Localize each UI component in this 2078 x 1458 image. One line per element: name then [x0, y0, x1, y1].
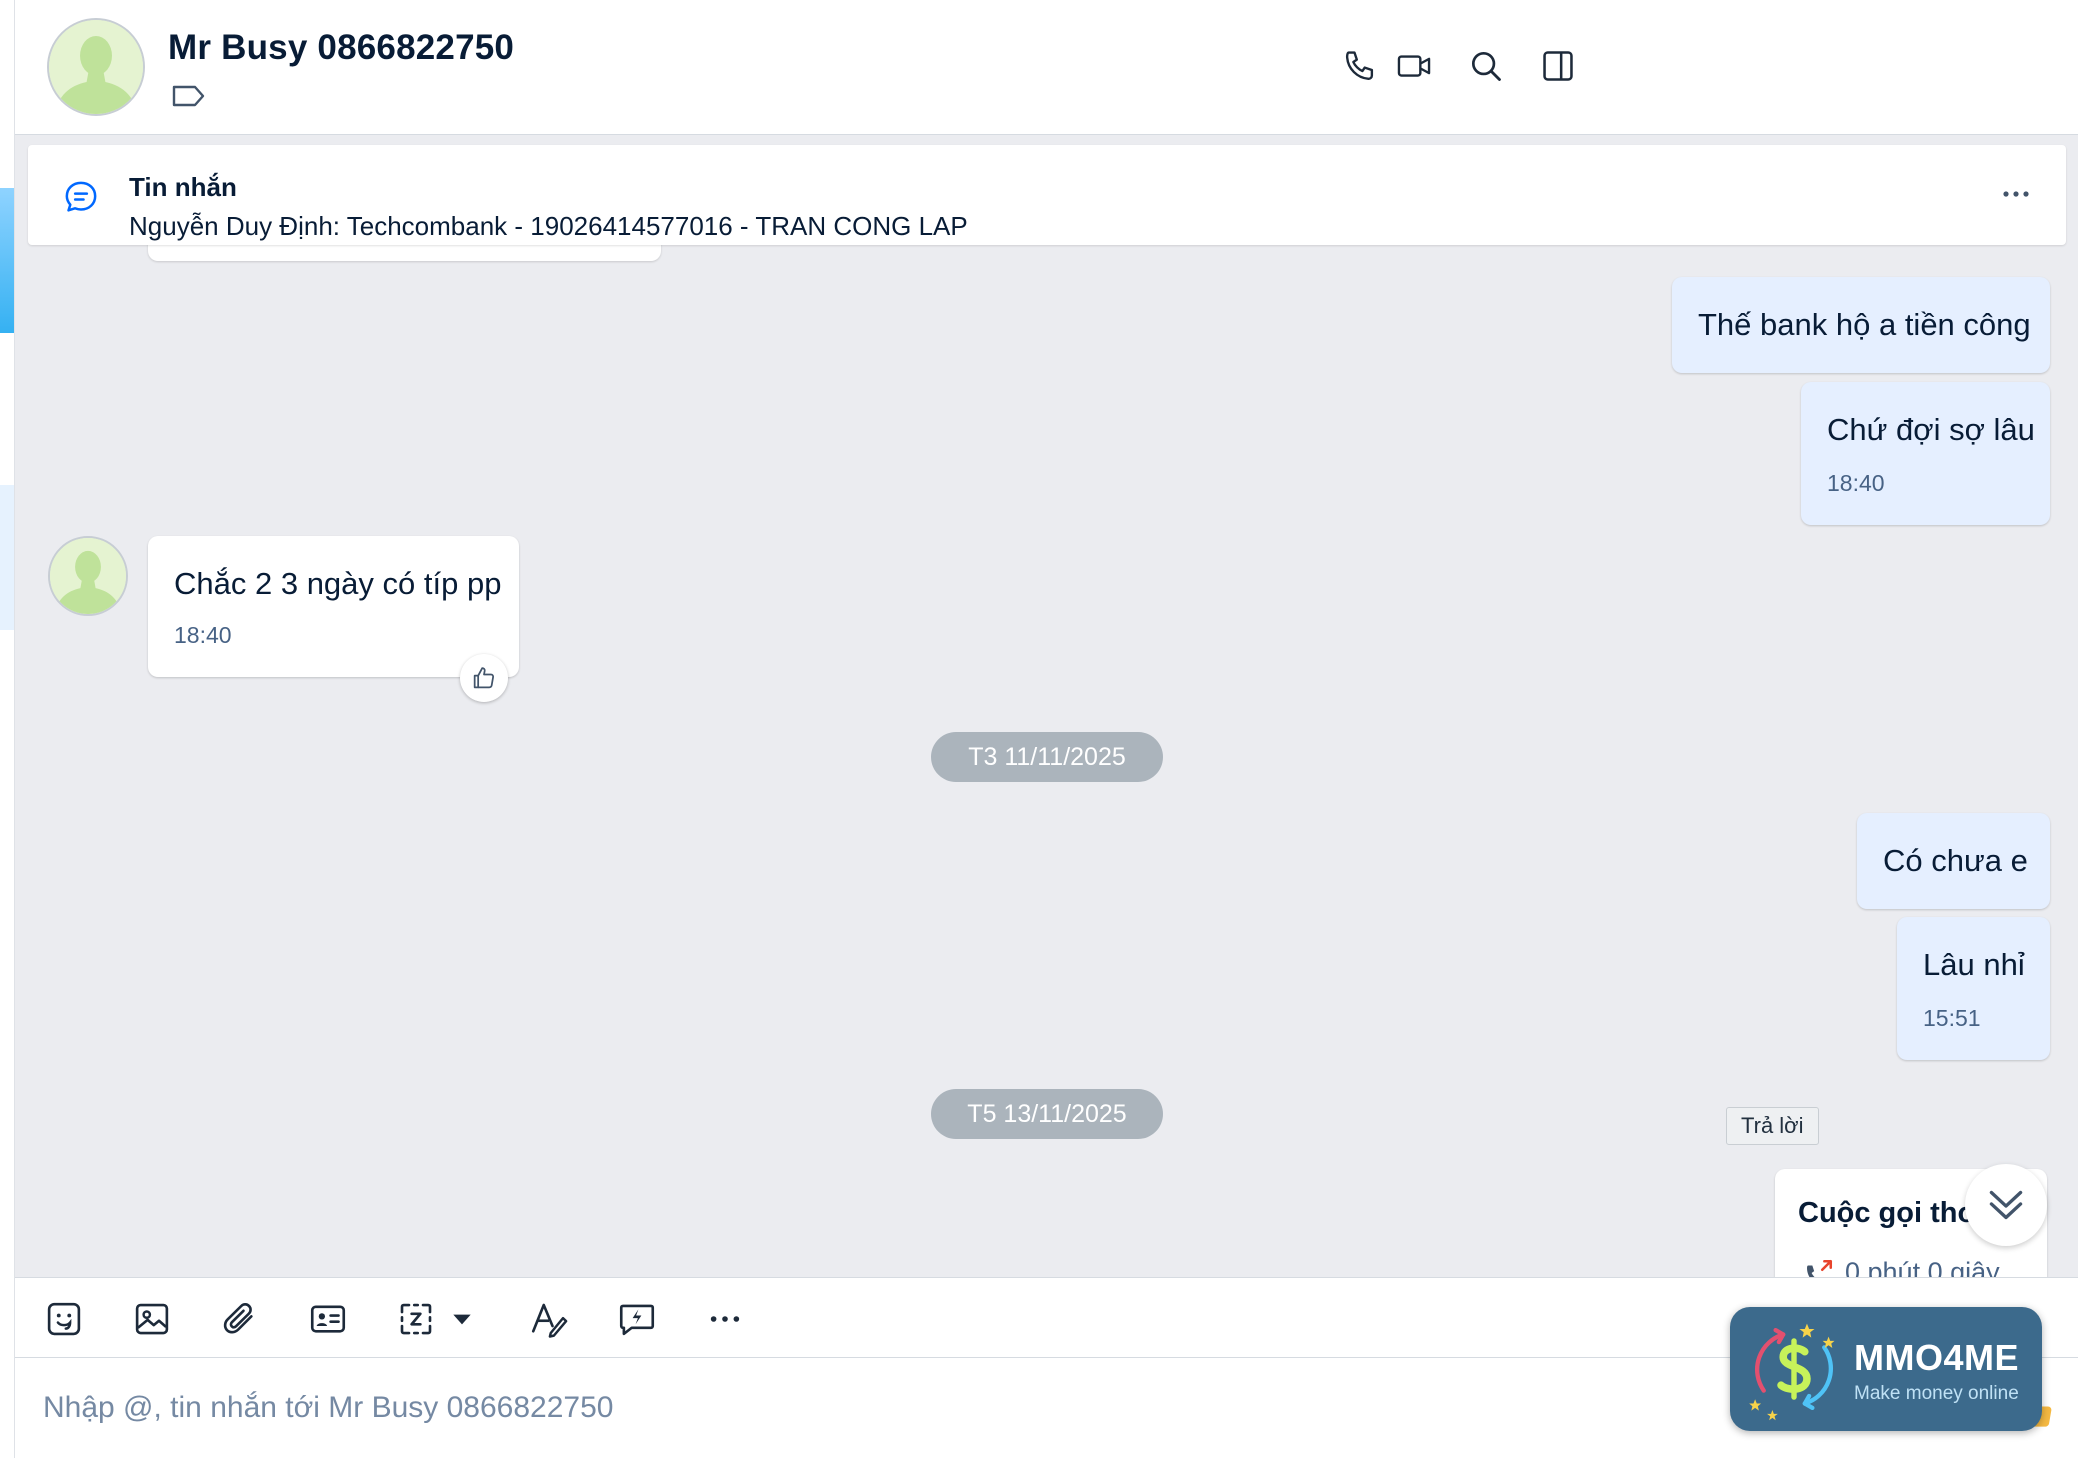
- image-icon: [135, 1303, 169, 1335]
- sticker-button[interactable]: [41, 1296, 87, 1342]
- more-icon[interactable]: [1996, 179, 2036, 209]
- watermark-badge: MMO4ME Make money online: [1730, 1307, 2042, 1431]
- attach-file-button[interactable]: [217, 1296, 263, 1342]
- react-like-button[interactable]: [460, 654, 508, 702]
- chat-header: Mr Busy 0866822750: [15, 0, 2078, 135]
- message-bubble-sent[interactable]: Chứ đợi sợ lâu 18:40: [1801, 382, 2050, 525]
- chat-title: Mr Busy 0866822750: [168, 28, 515, 67]
- like-icon: [473, 667, 495, 689]
- sender-avatar[interactable]: [48, 536, 128, 616]
- screenshot-button[interactable]: [393, 1296, 439, 1342]
- caret-down-icon: [453, 1314, 471, 1325]
- message-text: Chứ đợi sợ lâu: [1827, 412, 2035, 447]
- contact-card-icon: [310, 1305, 346, 1333]
- outgoing-call-icon: [1807, 1259, 1833, 1277]
- message-bubble-sent[interactable]: Lâu nhỉ 15:51: [1897, 917, 2050, 1060]
- message-bubble-received[interactable]: Chắc 2 3 ngày có típ pp 18:40: [148, 536, 519, 677]
- left-sidebar-edge: [0, 0, 15, 1458]
- message-icon: [65, 181, 97, 212]
- message-bubble-sent[interactable]: Thế bank hộ a tiền công: [1672, 277, 2050, 373]
- search-icon: [1471, 51, 1501, 81]
- text-format-icon: [531, 1303, 568, 1338]
- message-time: 18:40: [1827, 470, 1885, 496]
- phone-icon: [1345, 51, 1374, 81]
- date-separator: T3 11/11/2025: [931, 732, 1163, 782]
- video-call-icon: [1397, 55, 1431, 77]
- avatar[interactable]: [47, 18, 145, 116]
- quick-message-icon: [619, 1304, 655, 1336]
- message-time: 15:51: [1923, 1005, 1981, 1031]
- message-bubble-sent[interactable]: Có chưa e: [1857, 813, 2050, 909]
- conversation-highlight: [0, 485, 14, 630]
- sticker-icon: [47, 1302, 81, 1336]
- avatar-placeholder-icon: [50, 538, 126, 614]
- date-separator: T5 13/11/2025: [931, 1089, 1163, 1139]
- voice-call-button[interactable]: [1338, 44, 1382, 88]
- dollar-logo-icon: [1749, 1323, 1835, 1421]
- screenshot-options-button[interactable]: [447, 1296, 477, 1342]
- active-conversation-marker: [0, 188, 14, 333]
- pinned-message-bar[interactable]: Tin nhắn Nguyễn Duy Định: Techcombank - …: [28, 145, 2066, 245]
- pinned-title: Tin nhắn: [129, 172, 237, 202]
- scroll-to-bottom-button[interactable]: [1965, 1164, 2047, 1246]
- send-contact-card-button[interactable]: [305, 1296, 351, 1342]
- watermark-title: MMO4ME: [1854, 1337, 2019, 1378]
- tag-icon[interactable]: [172, 84, 206, 108]
- message-list[interactable]: Tin nhắn Nguyễn Duy Định: Techcombank - …: [15, 135, 2078, 1277]
- message-time: 18:40: [174, 622, 232, 648]
- watermark-subtitle: Make money online: [1854, 1383, 2019, 1404]
- call-duration: 0 phút 0 giây: [1845, 1257, 2000, 1277]
- message-input[interactable]: [43, 1378, 1643, 1438]
- message-text: Chắc 2 3 ngày có típ pp: [174, 566, 502, 601]
- video-call-button[interactable]: [1392, 44, 1436, 88]
- message-text: Lâu nhỉ: [1923, 947, 2025, 982]
- text-format-button[interactable]: [526, 1296, 572, 1342]
- chat-window: Mr Busy 0866822750 Tin nhắn Nguyễn Duy Đ…: [0, 0, 2078, 1458]
- conversation-info-button[interactable]: [1536, 44, 1580, 88]
- attachment-icon: [223, 1303, 253, 1334]
- message-text: Thế bank hộ a tiền công: [1698, 307, 2031, 342]
- pinned-text: Nguyễn Duy Định: Techcombank - 190264145…: [129, 211, 968, 241]
- chevron-double-down-icon: [1989, 1190, 2023, 1220]
- reply-tooltip: Trả lời: [1726, 1107, 1819, 1145]
- sidebar-toggle-icon: [1543, 51, 1573, 81]
- message-text: Có chưa e: [1883, 843, 2028, 878]
- screenshot-icon: [400, 1303, 432, 1335]
- quick-message-button[interactable]: [614, 1296, 660, 1342]
- more-actions-button[interactable]: [702, 1296, 748, 1342]
- avatar-placeholder-icon: [49, 20, 143, 114]
- search-button[interactable]: [1464, 44, 1508, 88]
- more-icon: [710, 1316, 740, 1322]
- send-image-button[interactable]: [129, 1296, 175, 1342]
